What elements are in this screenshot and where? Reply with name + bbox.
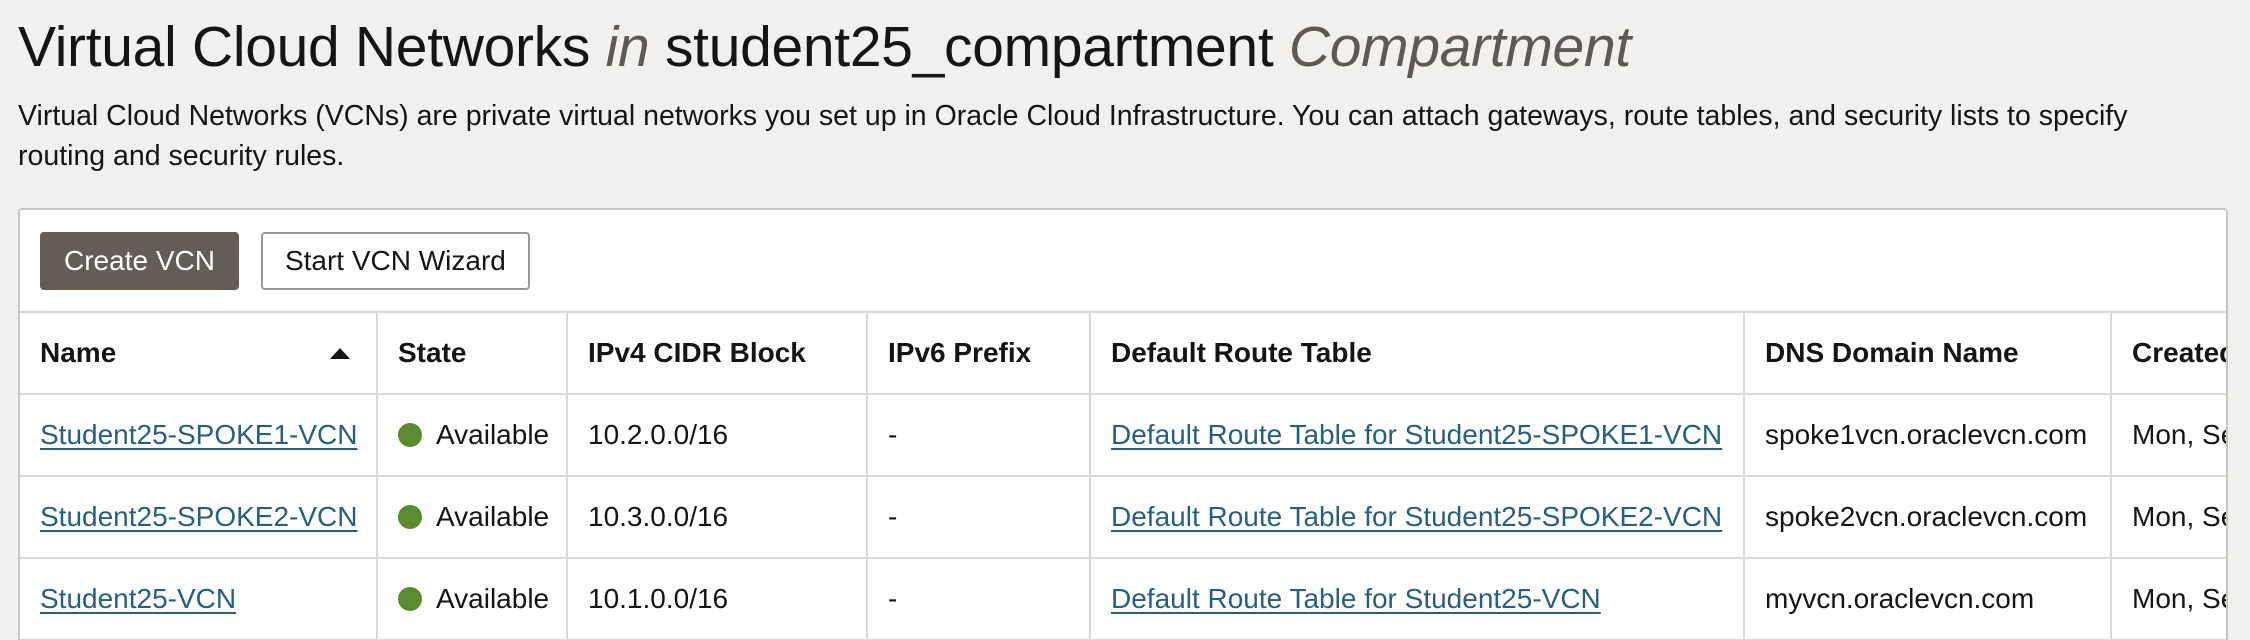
cell-state: Available (376, 557, 568, 640)
cell-route-table: Default Route Table for Student25-VCN (1089, 557, 1745, 640)
cell-ipv6-prefix: - (866, 475, 1091, 559)
status-available-icon (398, 423, 422, 447)
cell-name: Student25-SPOKE2-VCN (20, 475, 378, 559)
title-main: Virtual Cloud Networks (18, 15, 591, 79)
column-header-name[interactable]: Name (20, 311, 378, 395)
sort-ascending-icon[interactable] (330, 347, 350, 359)
vcn-name-link[interactable]: Student25-VCN (40, 583, 236, 614)
vcn-list-page: Virtual Cloud Networks in student25_comp… (0, 0, 2250, 640)
status-available-icon (398, 505, 422, 529)
column-header-state[interactable]: State (376, 311, 568, 395)
title-in: in (605, 15, 650, 79)
cell-dns-domain: spoke2vcn.oraclevcn.com (1743, 475, 2112, 559)
state-label: Available (436, 419, 550, 450)
title-suffix: Compartment (1288, 15, 1631, 79)
table-header-row: Name State IPv4 CIDR Block IPv6 Prefix D… (20, 311, 2226, 395)
route-table-link[interactable]: Default Route Table for Student25-VCN (1111, 583, 1601, 614)
start-vcn-wizard-button[interactable]: Start VCN Wizard (260, 232, 530, 290)
cell-state: Available (376, 393, 568, 477)
vcn-name-link[interactable]: Student25-SPOKE2-VCN (40, 501, 358, 532)
column-header-route-table[interactable]: Default Route Table (1089, 311, 1745, 395)
cell-name: Student25-VCN (20, 557, 378, 640)
cell-dns-domain: myvcn.oraclevcn.com (1743, 557, 2112, 640)
vcn-table: Name State IPv4 CIDR Block IPv6 Prefix D… (20, 311, 2226, 640)
table-row: Student25-SPOKE2-VCN Available 10.3.0.0/… (20, 475, 2226, 559)
status-available-icon (398, 587, 422, 611)
cell-created: Mon, Se (2110, 557, 2226, 640)
cell-route-table: Default Route Table for Student25-SPOKE2… (1089, 475, 1745, 559)
title-compartment: student25_compartment (664, 15, 1274, 79)
vcn-name-link[interactable]: Student25-SPOKE1-VCN (40, 419, 358, 450)
route-table-link[interactable]: Default Route Table for Student25-SPOKE2… (1111, 501, 1722, 532)
table-row: Student25-VCN Available 10.1.0.0/16 - De… (20, 557, 2226, 640)
cell-created: Mon, Se (2110, 393, 2226, 477)
state-label: Available (436, 501, 550, 532)
table-row: Student25-SPOKE1-VCN Available 10.2.0.0/… (20, 393, 2226, 477)
column-header-dns-domain[interactable]: DNS Domain Name (1743, 311, 2112, 395)
page-title: Virtual Cloud Networks in student25_comp… (18, 12, 1631, 82)
column-header-ipv6-prefix[interactable]: IPv6 Prefix (866, 311, 1091, 395)
cell-state: Available (376, 475, 568, 559)
route-table-link[interactable]: Default Route Table for Student25-SPOKE1… (1111, 419, 1722, 450)
state-label: Available (436, 583, 550, 614)
cell-created: Mon, Se (2110, 475, 2226, 559)
create-vcn-button[interactable]: Create VCN (40, 232, 239, 290)
cell-ipv4-cidr: 10.1.0.0/16 (566, 557, 868, 640)
cell-ipv4-cidr: 10.2.0.0/16 (566, 393, 868, 477)
column-header-created[interactable]: Created (2110, 311, 2226, 395)
column-header-ipv4-cidr[interactable]: IPv4 CIDR Block (566, 311, 868, 395)
cell-ipv4-cidr: 10.3.0.0/16 (566, 475, 868, 559)
cell-ipv6-prefix: - (866, 393, 1091, 477)
table-toolbar: Create VCN Start VCN Wizard (40, 232, 530, 290)
cell-route-table: Default Route Table for Student25-SPOKE1… (1089, 393, 1745, 477)
column-header-label: Name (40, 337, 117, 368)
cell-ipv6-prefix: - (866, 557, 1091, 640)
cell-dns-domain: spoke1vcn.oraclevcn.com (1743, 393, 2112, 477)
vcn-table-panel: Create VCN Start VCN Wizard Name State I… (18, 208, 2228, 640)
page-description: Virtual Cloud Networks (VCNs) are privat… (18, 100, 2128, 172)
cell-name: Student25-SPOKE1-VCN (20, 393, 378, 477)
